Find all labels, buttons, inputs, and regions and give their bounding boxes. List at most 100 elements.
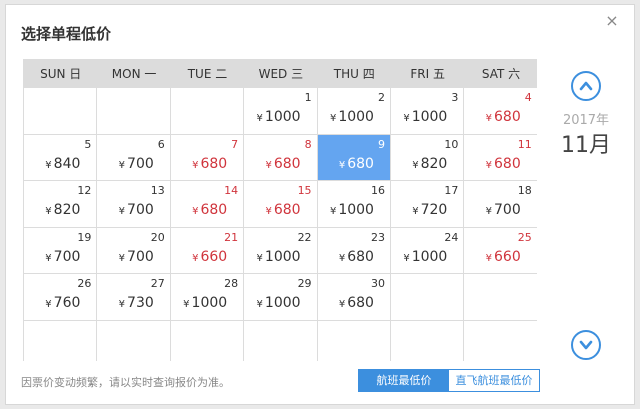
fare-price: ¥1000 xyxy=(403,109,447,125)
currency-symbol: ¥ xyxy=(412,159,419,171)
fare-amount: 680 xyxy=(347,155,374,172)
fare-amount: 1000 xyxy=(338,109,374,125)
day-number: 21 xyxy=(224,230,239,244)
previous-month-button[interactable] xyxy=(571,71,601,101)
fare-price: ¥1000 xyxy=(330,109,374,125)
fare-amount: 680 xyxy=(273,202,301,218)
calendar-day-cell[interactable]: 7 ¥680 xyxy=(170,134,245,181)
calendar-empty-cell xyxy=(170,88,245,135)
day-number: 17 xyxy=(444,184,459,197)
currency-symbol: ¥ xyxy=(118,299,126,310)
currency-symbol: ¥ xyxy=(256,299,263,310)
day-number: 27 xyxy=(150,277,165,290)
fare-amount: 680 xyxy=(200,155,228,172)
calendar-day-cell[interactable]: 16 ¥1000 xyxy=(317,181,391,228)
currency-symbol: ¥ xyxy=(329,113,337,124)
chevron-up-icon xyxy=(579,81,593,91)
fare-amount: 700 xyxy=(127,155,154,172)
currency-symbol: ¥ xyxy=(265,159,272,171)
day-number: 24 xyxy=(444,230,459,244)
calendar-day-cell[interactable]: 2 ¥1000 xyxy=(317,88,391,135)
currency-symbol: ¥ xyxy=(192,206,199,217)
fare-amount: 820 xyxy=(53,202,81,218)
weekday-label: MON 一 xyxy=(111,67,157,81)
calendar-day-cell[interactable]: 9 ¥680 xyxy=(317,134,391,181)
day-number: 12 xyxy=(77,184,92,197)
calendar-day-cell[interactable]: 17 ¥720 xyxy=(390,181,465,228)
calendar-day-cell[interactable]: 22 ¥1000 xyxy=(244,227,318,274)
day-number: 16 xyxy=(370,184,385,197)
weekday-label: SUN 日 xyxy=(40,67,82,81)
currency-symbol: ¥ xyxy=(45,206,52,217)
fare-price: ¥1000 xyxy=(257,249,301,265)
calendar-empty-cell xyxy=(390,320,465,361)
fare-price: ¥700 xyxy=(119,202,154,218)
weekday-label: THU 四 xyxy=(333,67,375,81)
calendar-day-cell[interactable]: 14 ¥680 xyxy=(170,181,245,228)
currency-symbol: ¥ xyxy=(329,206,337,217)
fare-amount: 660 xyxy=(494,248,521,265)
currency-symbol: ¥ xyxy=(403,113,410,124)
day-number: 20 xyxy=(150,230,165,244)
calendar-day-cell[interactable]: 4 ¥680 xyxy=(464,88,537,135)
currency-symbol: ¥ xyxy=(338,159,346,171)
fare-price: ¥680 xyxy=(339,249,374,265)
calendar-day-cell[interactable]: 28 ¥1000 xyxy=(170,274,245,321)
fare-price: ¥700 xyxy=(45,249,80,265)
day-number: 29 xyxy=(297,277,312,290)
day-number: 10 xyxy=(444,137,459,151)
calendar-day-cell[interactable]: 27 ¥730 xyxy=(97,274,171,321)
calendar-day-cell[interactable]: 20 ¥700 xyxy=(97,227,171,274)
calendar-day-cell[interactable]: 1 ¥1000 xyxy=(244,88,318,135)
day-number: 6 xyxy=(157,137,165,151)
next-month-button[interactable] xyxy=(571,330,601,360)
day-number: 2 xyxy=(377,91,385,104)
calendar-empty-cell xyxy=(24,88,98,135)
fare-price: ¥680 xyxy=(486,156,521,172)
calendar-day-cell[interactable]: 21 ¥660 xyxy=(170,227,245,274)
currency-symbol: ¥ xyxy=(485,206,492,217)
calendar-day-cell[interactable]: 11 ¥680 xyxy=(464,134,537,181)
day-number: 18 xyxy=(517,184,532,197)
currency-symbol: ¥ xyxy=(338,252,346,264)
fare-price: ¥1000 xyxy=(403,249,447,265)
calendar-day-cell[interactable]: 8 ¥680 xyxy=(244,134,318,181)
calendar-day-cell[interactable]: 30 ¥680 xyxy=(317,274,391,321)
close-icon[interactable]: × xyxy=(604,13,620,29)
calendar-day-cell[interactable]: 13 ¥700 xyxy=(97,181,171,228)
fare-price: ¥680 xyxy=(192,156,227,172)
calendar-day-cell[interactable]: 23 ¥680 xyxy=(317,227,391,274)
calendar-day-cell[interactable]: 5 ¥840 xyxy=(24,134,98,181)
day-number: 1 xyxy=(304,91,312,104)
calendar-day-cell[interactable]: 6 ¥700 xyxy=(97,134,171,181)
calendar-day-cell[interactable]: 24 ¥1000 xyxy=(390,227,465,274)
currency-symbol: ¥ xyxy=(485,252,492,264)
weekday-header: SUN 日 MON 一 TUE 二 WED 三 THU 四 FRI 五 SAT 六 xyxy=(24,60,537,88)
toggle-direct-lowest-fare[interactable]: 直飞航班最低价 xyxy=(449,370,539,391)
calendar-day-cell[interactable]: 3 ¥1000 xyxy=(390,88,465,135)
calendar-day-cell[interactable]: 25 ¥660 xyxy=(464,227,537,274)
currency-symbol: ¥ xyxy=(403,252,410,264)
fare-amount: 680 xyxy=(273,155,301,172)
fare-price: ¥720 xyxy=(412,202,447,218)
calendar-day-cell[interactable]: 29 ¥1000 xyxy=(244,274,318,321)
fare-amount: 1000 xyxy=(411,109,448,125)
calendar-day-cell[interactable]: 10 ¥820 xyxy=(390,134,465,181)
calendar-day-cell[interactable]: 26 ¥760 xyxy=(24,274,98,321)
calendar-empty-cell xyxy=(464,320,537,361)
day-number: 8 xyxy=(304,137,312,151)
day-number: 5 xyxy=(84,137,92,151)
calendar-day-cell[interactable]: 12 ¥820 xyxy=(24,181,98,228)
currency-symbol: ¥ xyxy=(256,252,263,264)
toggle-lowest-fare[interactable]: 航班最低价 xyxy=(359,370,449,391)
day-number: 11 xyxy=(517,137,532,151)
day-number: 15 xyxy=(297,184,312,197)
fare-price: ¥1000 xyxy=(257,295,301,311)
calendar-day-cell[interactable]: 19 ¥700 xyxy=(24,227,98,274)
fare-price: ¥680 xyxy=(192,202,227,218)
calendar-day-cell[interactable]: 18 ¥700 xyxy=(464,181,537,228)
fare-amount: 700 xyxy=(53,248,81,265)
calendar-day-cell[interactable]: 15 ¥680 xyxy=(244,181,318,228)
currency-symbol: ¥ xyxy=(192,252,199,264)
fare-price: ¥680 xyxy=(486,109,521,125)
